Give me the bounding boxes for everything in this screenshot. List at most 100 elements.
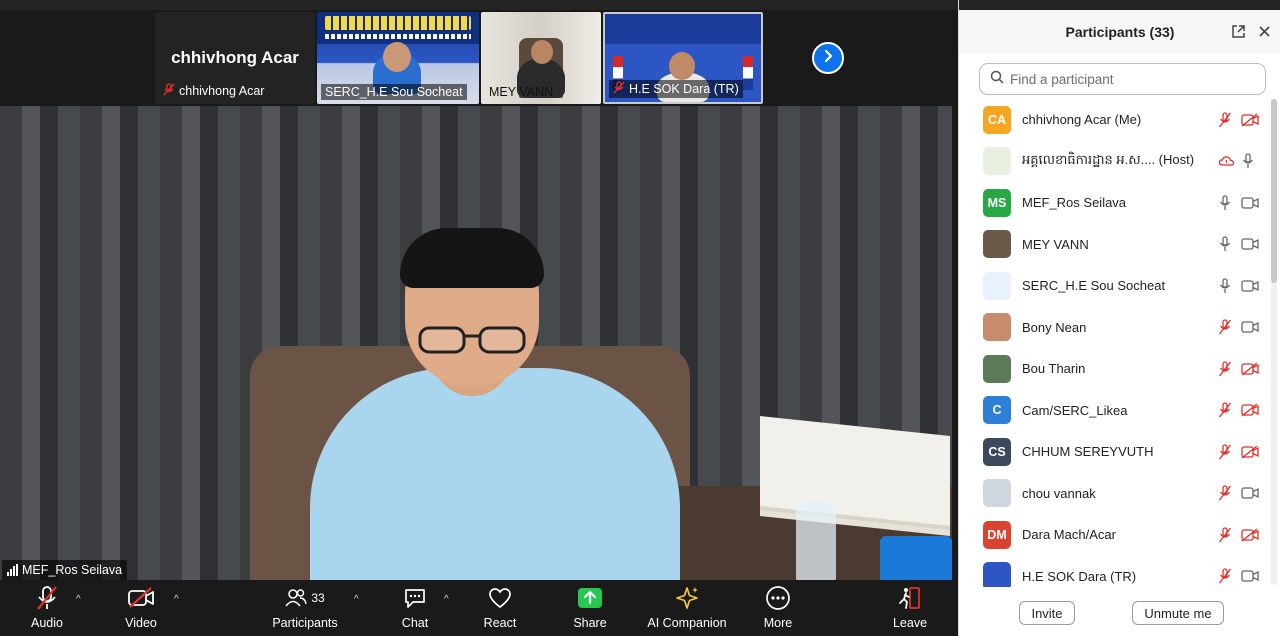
chat-label: Chat (401, 616, 429, 630)
speaker-hair (400, 228, 544, 288)
participant-name: Bou Tharin (1022, 361, 1086, 377)
mic-muted-icon[interactable] (1217, 484, 1233, 502)
share-button[interactable]: Share (568, 580, 612, 636)
participant-row[interactable]: chou vannak (959, 473, 1269, 515)
video-label: Video (125, 616, 157, 630)
video-off-icon[interactable] (1240, 360, 1260, 378)
close-icon[interactable] (1255, 22, 1273, 40)
video-tile-mey-vann[interactable]: MEY VANN (481, 12, 601, 104)
share-screen-icon (577, 580, 603, 616)
chevron-right-icon (821, 49, 835, 68)
participants-label: Participants (272, 616, 338, 630)
video-icon[interactable] (1240, 567, 1260, 585)
video-icon[interactable] (1240, 318, 1260, 336)
participant-row[interactable]: DM Dara Mach/Acar (959, 514, 1269, 556)
video-button[interactable]: Video (116, 580, 166, 636)
tile-label: chhivhong Acar (159, 82, 268, 100)
participant-row[interactable]: H.E SOK Dara (TR) (959, 556, 1269, 587)
popout-icon[interactable] (1229, 22, 1247, 40)
mic-muted-icon[interactable] (1217, 526, 1233, 544)
signal-strength-icon (7, 564, 18, 576)
participant-list-scrollbar[interactable] (1271, 99, 1277, 585)
participant-row[interactable]: Bony Nean (959, 307, 1269, 349)
participant-name: chou vannak (1022, 485, 1096, 501)
chat-icon (403, 580, 427, 616)
heart-icon (488, 580, 512, 616)
flag-shape (743, 56, 753, 90)
participant-name: chhivhong Acar (Me) (1022, 112, 1142, 128)
tile-label-text: chhivhong Acar (179, 84, 265, 98)
mic-icon[interactable] (1217, 194, 1233, 212)
mic-icon[interactable] (1217, 235, 1233, 253)
mic-icon[interactable] (1240, 152, 1256, 170)
video-off-icon[interactable] (1240, 526, 1260, 544)
mic-muted-icon[interactable] (1217, 443, 1233, 461)
video-off-icon[interactable] (1240, 443, 1260, 461)
search-icon (990, 70, 1004, 89)
participant-name: H.E SOK Dara (TR) (1022, 568, 1137, 584)
participant-row[interactable]: អគ្គលេខាធិការដ្ឋាន អ.ស.... (Host) (959, 141, 1269, 183)
video-options-caret[interactable]: ^ (174, 594, 179, 605)
participants-icon-wrap: 33 (285, 580, 325, 616)
mic-muted-icon[interactable] (1217, 567, 1233, 585)
mic-icon[interactable] (1217, 277, 1233, 295)
video-tile-serc[interactable]: SERC_H.E Sou Socheat (317, 12, 479, 104)
participant-row[interactable]: CA chhivhong Acar (Me) (959, 99, 1269, 141)
participants-options-caret[interactable]: ^ (354, 594, 359, 605)
invite-button[interactable]: Invite (1019, 601, 1075, 625)
participants-icon (285, 589, 308, 607)
video-tile-self[interactable]: chhivhong Acar chhivhong Acar (155, 12, 315, 104)
person-head (383, 42, 411, 72)
participant-row[interactable]: C Cam/SERC_Likea (959, 390, 1269, 432)
mic-muted-icon[interactable] (1217, 111, 1233, 129)
panel-top-strip (959, 0, 1280, 10)
chat-button[interactable]: Chat (395, 580, 435, 636)
video-off-icon[interactable] (1240, 111, 1260, 129)
scrollbar-thumb[interactable] (1271, 99, 1277, 283)
filmstrip-next-button[interactable] (812, 42, 844, 74)
mic-muted-icon[interactable] (1217, 401, 1233, 419)
avatar (983, 479, 1011, 508)
zoom-meeting-window: chhivhong Acar chhivhong Acar SERC_H.E S… (0, 0, 1280, 636)
participants-button[interactable]: 33 Participants (268, 580, 342, 636)
mic-muted-icon (35, 580, 59, 616)
video-icon[interactable] (1240, 194, 1260, 212)
avatar (983, 147, 1011, 176)
audio-options-caret[interactable]: ^ (76, 594, 81, 605)
video-tile-sok-dara[interactable]: H.E SOK Dara (TR) (603, 12, 763, 104)
tile-label: MEY VANN (485, 84, 557, 100)
react-button[interactable]: React (480, 580, 520, 636)
panel-header: Participants (33) (959, 10, 1280, 54)
panel-footer: Invite Unmute me (959, 590, 1280, 636)
video-icon[interactable] (1240, 277, 1260, 295)
unmute-me-button[interactable]: Unmute me (1132, 601, 1224, 625)
participant-name: Cam/SERC_Likea (1022, 402, 1128, 418)
ai-companion-button[interactable]: AI Companion (644, 580, 730, 636)
more-button[interactable]: More (758, 580, 798, 636)
chat-options-caret[interactable]: ^ (444, 594, 449, 605)
active-speaker-video[interactable] (0, 106, 952, 580)
participant-row[interactable]: CS CHHUM SEREYVUTH (959, 431, 1269, 473)
audio-button[interactable]: Audio (22, 580, 72, 636)
participant-name: Dara Mach/Acar (1022, 527, 1116, 543)
mic-muted-icon[interactable] (1217, 360, 1233, 378)
tile-label-text: MEY VANN (489, 85, 554, 99)
video-icon[interactable] (1240, 235, 1260, 253)
participant-row[interactable]: MS MEF_Ros Seilava (959, 182, 1269, 224)
participant-row[interactable]: Bou Tharin (959, 348, 1269, 390)
sparkle-icon (675, 580, 699, 616)
cloud-recording-icon[interactable] (1217, 152, 1237, 170)
participant-search[interactable] (979, 63, 1266, 95)
leave-label: Leave (892, 616, 928, 630)
participant-row[interactable]: SERC_H.E Sou Socheat (959, 265, 1269, 307)
participants-panel: Participants (33) CA chhivhong Acar (Me) អ… (958, 0, 1280, 636)
leave-button[interactable]: Leave (890, 580, 930, 636)
tile-label: SERC_H.E Sou Socheat (321, 84, 467, 100)
video-filmstrip: chhivhong Acar chhivhong Acar SERC_H.E S… (155, 12, 763, 104)
search-input[interactable] (1010, 71, 1250, 87)
participant-row[interactable]: MEY VANN (959, 224, 1269, 266)
video-off-icon[interactable] (1240, 401, 1260, 419)
video-icon[interactable] (1240, 484, 1260, 502)
mic-muted-icon[interactable] (1217, 318, 1233, 336)
avatar: CA (983, 105, 1011, 134)
